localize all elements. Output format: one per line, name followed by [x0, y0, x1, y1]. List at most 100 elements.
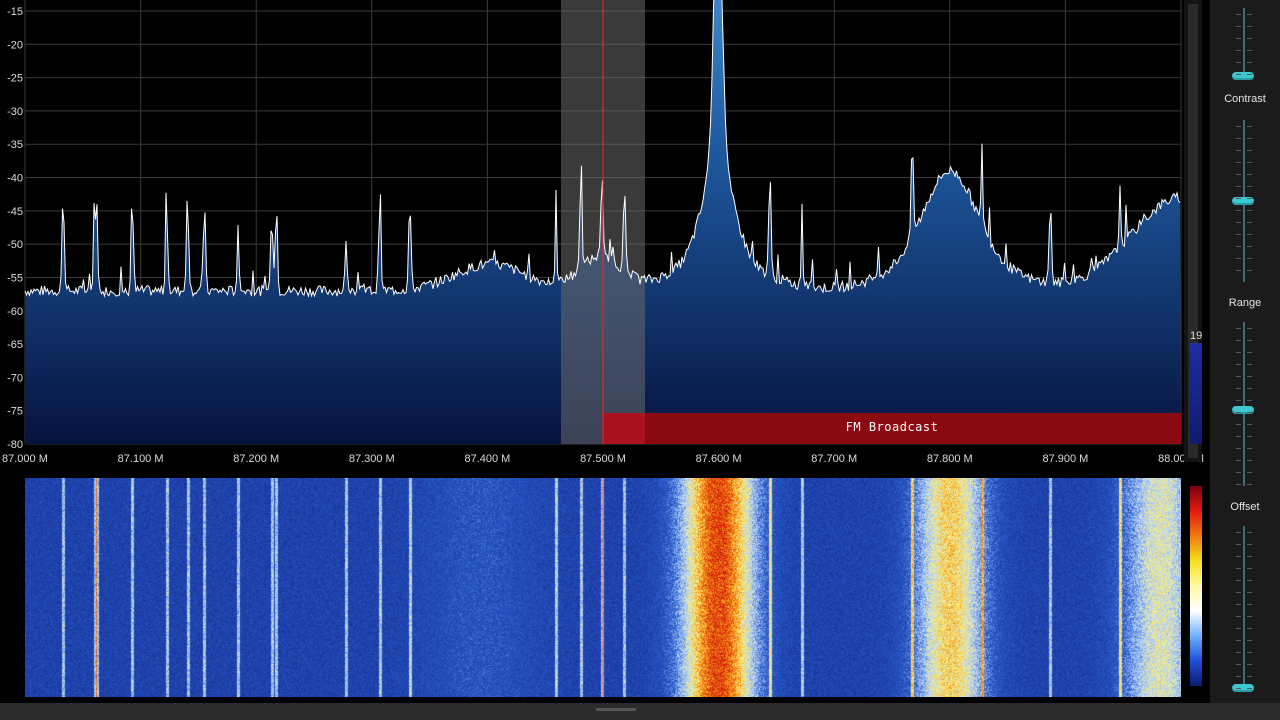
slider-tick	[1236, 412, 1241, 413]
slider-tick	[1247, 616, 1252, 617]
scrollbar-grip[interactable]	[596, 708, 636, 711]
frequency-tick-label: 87.800 M	[927, 453, 973, 465]
slider-tick	[1247, 592, 1252, 593]
slider-tick	[1236, 162, 1241, 163]
db-tick-label: -80	[7, 439, 23, 451]
db-tick-label: -60	[7, 306, 23, 318]
slider-tick	[1247, 62, 1252, 63]
contrast-label: Contrast	[1224, 93, 1266, 105]
slider-tick	[1247, 400, 1252, 401]
db-tick-label: -15	[7, 6, 23, 18]
band-plan-label: FM Broadcast	[846, 420, 939, 434]
slider-tick	[1247, 340, 1252, 341]
slider-tick	[1236, 14, 1241, 15]
slider-tick	[1247, 388, 1252, 389]
slider-tick	[1236, 38, 1241, 39]
frequency-tick-label: 87.400 M	[464, 453, 510, 465]
spectrum-analyzer[interactable]: FM Broadcast -15 -20 -25 -30 -35 -40 -45 -50 -55…	[0, 0, 1210, 470]
slider-tick	[1236, 258, 1241, 259]
slider-tick	[1247, 676, 1252, 677]
db-tick-label: -75	[7, 406, 23, 418]
slider-tick	[1247, 664, 1252, 665]
slider-tick	[1247, 436, 1252, 437]
frequency-tick-label: 87.000 M	[2, 453, 48, 465]
frequency-tick-label: 87.900 M	[1042, 453, 1088, 465]
slider-tick	[1247, 222, 1252, 223]
slider-tick	[1247, 364, 1252, 365]
slider-tick	[1247, 150, 1252, 151]
slider-tick	[1247, 174, 1252, 175]
db-tick-label: -45	[7, 206, 23, 218]
slider-tick	[1247, 460, 1252, 461]
db-tick-label: -70	[7, 372, 23, 384]
slider-tick	[1236, 460, 1241, 461]
slider-tick	[1247, 532, 1252, 533]
slider-tick	[1247, 580, 1252, 581]
slider-tick	[1236, 484, 1241, 485]
slider-tick	[1247, 352, 1252, 353]
slider-tick	[1236, 664, 1241, 665]
slider-tick	[1236, 424, 1241, 425]
slider-tick	[1247, 328, 1252, 329]
slider-tick	[1236, 186, 1241, 187]
horizontal-scrollbar[interactable]	[0, 703, 1280, 720]
frequency-tick-label: 87.300 M	[349, 453, 395, 465]
db-tick-label: -55	[7, 272, 23, 284]
display-settings-panel: Contrast Range Offset	[1210, 0, 1280, 720]
slider-tick	[1247, 448, 1252, 449]
db-tick-label: -30	[7, 106, 23, 118]
slider-tick	[1236, 74, 1241, 75]
slider-tick	[1247, 376, 1252, 377]
slider-tick	[1236, 688, 1241, 689]
slider-tick	[1236, 436, 1241, 437]
level-meter	[1190, 343, 1202, 444]
slider-tick	[1236, 210, 1241, 211]
slider-tick	[1247, 484, 1252, 485]
slider-tick	[1236, 174, 1241, 175]
frequency-axis: 87.000 M 87.100 M 87.200 M 87.300 M 87.400 M…	[2, 453, 1204, 465]
db-tick-label: -35	[7, 139, 23, 151]
slider-tick	[1247, 162, 1252, 163]
db-tick-label: -20	[7, 39, 23, 51]
slider-tick	[1236, 400, 1241, 401]
slider-tick	[1236, 628, 1241, 629]
slider-tick	[1247, 688, 1252, 689]
slider-tick	[1247, 126, 1252, 127]
slider-tick	[1247, 412, 1252, 413]
slider-tick	[1236, 676, 1241, 677]
slider-tick	[1236, 26, 1241, 27]
slider-tick	[1236, 246, 1241, 247]
slider-tick	[1236, 472, 1241, 473]
offset-slider-track[interactable]	[1243, 526, 1245, 690]
slider-tick	[1236, 532, 1241, 533]
level-readout: 19	[1190, 330, 1203, 342]
slider-tick	[1247, 472, 1252, 473]
slider-tick	[1247, 14, 1252, 15]
slider-tick	[1247, 74, 1252, 75]
slider-tick	[1236, 198, 1241, 199]
offset-label: Offset	[1230, 501, 1260, 513]
contrast-slider-track[interactable]	[1243, 8, 1245, 80]
slider-tick	[1247, 26, 1252, 27]
slider-tick	[1236, 352, 1241, 353]
slider-tick	[1247, 234, 1252, 235]
slider-tick	[1236, 556, 1241, 557]
slider-tick	[1236, 340, 1241, 341]
db-tick-label: -65	[7, 339, 23, 351]
slider-tick	[1247, 258, 1252, 259]
band-plan-selection-overlap	[603, 413, 645, 444]
slider-tick	[1236, 126, 1241, 127]
band-plan-bar[interactable]: FM Broadcast	[603, 413, 1181, 444]
slider-tick	[1247, 604, 1252, 605]
slider-tick	[1236, 388, 1241, 389]
waterfall-display[interactable]	[25, 478, 1181, 697]
slider-tick	[1236, 234, 1241, 235]
offset-slider-track-upper[interactable]	[1243, 322, 1245, 486]
slider-tick	[1247, 652, 1252, 653]
slider-tick	[1236, 138, 1241, 139]
slider-tick	[1236, 364, 1241, 365]
slider-tick	[1247, 424, 1252, 425]
slider-tick	[1236, 328, 1241, 329]
slider-tick	[1247, 640, 1252, 641]
slider-tick	[1247, 50, 1252, 51]
